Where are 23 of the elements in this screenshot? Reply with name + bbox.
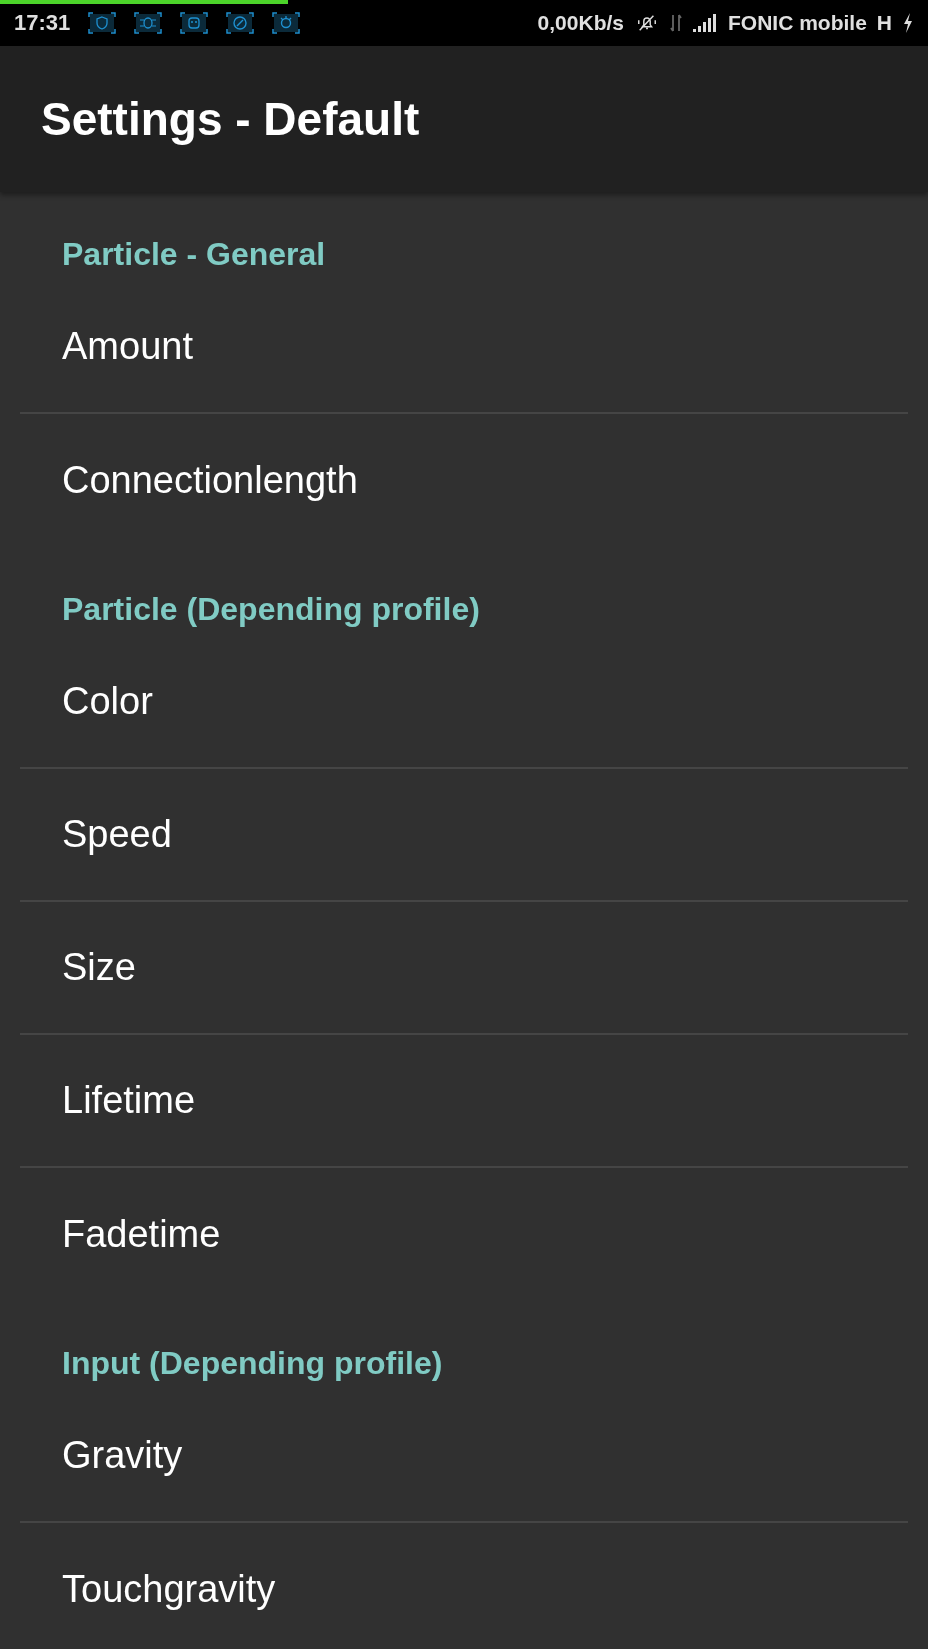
preference-item[interactable]: Size	[62, 946, 136, 989]
face-icon	[180, 12, 209, 34]
preference-item[interactable]: Amount	[62, 325, 193, 368]
shield-icon	[88, 12, 117, 34]
charging-icon	[902, 12, 914, 34]
preference-item[interactable]: Speed	[62, 813, 172, 856]
clock: 17:31	[14, 10, 71, 36]
category-header: Input (Depending profile)	[61, 1344, 444, 1383]
toolbar-title: Settings - Default	[41, 92, 420, 146]
data-arrows-icon	[670, 12, 682, 34]
signal-icon	[692, 12, 718, 34]
preference-item[interactable]: Color	[62, 680, 153, 723]
preference-item[interactable]: Fadetime	[62, 1213, 221, 1256]
carrier-name: FONIC mobile	[728, 11, 867, 35]
bug-icon	[134, 12, 163, 34]
preference-item[interactable]: Gravity	[62, 1434, 183, 1477]
preference-item[interactable]: Touchgravity	[62, 1568, 276, 1611]
preference-item[interactable]: Lifetime	[62, 1079, 196, 1122]
network-speed: 0,00Kb/s	[537, 11, 624, 35]
category-header: Particle - General	[61, 235, 327, 274]
network-type: H	[876, 11, 892, 35]
category-header: Particle (Depending profile)	[61, 590, 481, 629]
preference-item[interactable]: Connectionlength	[62, 459, 358, 502]
